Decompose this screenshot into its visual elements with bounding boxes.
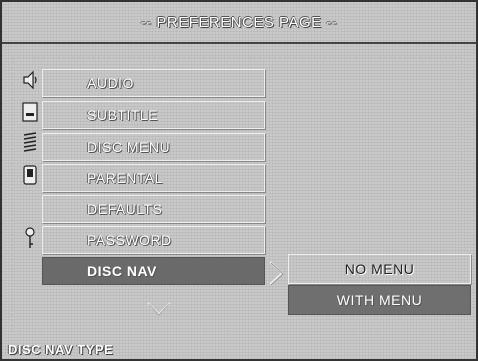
option-no-menu[interactable]: NO MENU — [288, 254, 471, 284]
menu-item-label: DISC NAV — [87, 263, 157, 279]
chevron-right-icon — [268, 260, 286, 286]
menu-item-password[interactable]: PASSWORD — [42, 226, 265, 254]
option-label: NO MENU — [344, 261, 415, 277]
option-with-menu[interactable]: WITH MENU — [288, 285, 471, 315]
menu-item-subtitle[interactable]: SUBTITLE — [42, 101, 265, 129]
speaker-icon — [20, 68, 40, 92]
key-icon — [20, 226, 40, 250]
subtitle-icon — [20, 100, 40, 124]
menu-item-audio[interactable]: AUDIO — [42, 69, 265, 97]
scroll-down-icon[interactable] — [146, 301, 172, 317]
menu-item-parental[interactable]: PARENTAL — [42, 164, 265, 192]
menu-item-disc-menu[interactable]: DISC MENU — [42, 133, 265, 161]
option-label: WITH MENU — [336, 292, 423, 308]
status-text: DISC NAV TYPE — [8, 341, 114, 357]
menu-item-label: DEFAULTS — [87, 201, 163, 217]
menu-item-label: PASSWORD — [87, 232, 172, 248]
menu-item-label: PARENTAL — [87, 170, 163, 186]
preferences-screen: -- PREFERENCES PAGE -- AUDIO SUBTITLE DI… — [0, 0, 478, 361]
menu-item-label: DISC MENU — [87, 139, 171, 155]
menu-item-label: SUBTITLE — [87, 107, 158, 123]
parental-icon — [20, 163, 40, 187]
page-title: -- PREFERENCES PAGE -- — [2, 2, 476, 44]
menu-item-disc-nav[interactable]: DISC NAV — [42, 257, 265, 285]
disc-menu-icon — [20, 130, 40, 154]
menu-item-label: AUDIO — [87, 75, 134, 91]
menu-item-defaults[interactable]: DEFAULTS — [42, 195, 265, 223]
